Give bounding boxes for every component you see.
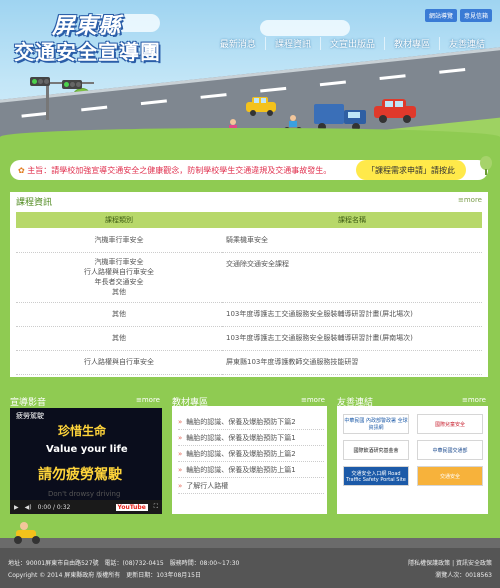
notice-bar: ✿ 主旨：請學校加強宣導交通安全之健康觀念，防制學校學生交通違規及交通事故發生。… (10, 160, 488, 180)
table-row[interactable]: 其他 103年度導護志工交通服務安全服裝輔導研習計畫(屏北場次) (16, 302, 482, 327)
youtube-logo[interactable]: YouTube (115, 503, 148, 511)
bullet-icon: » (178, 417, 183, 426)
table-row[interactable]: 汽機車行車安全 騎乘機車安全 (16, 228, 482, 253)
traffic-light-pole (46, 82, 49, 120)
materials-panel: 教材專區 ≡more » 輪胎的認識、保養及爆胎預防下篇2 » 輪胎的認識、保養及爆… (172, 392, 327, 514)
play-icon[interactable]: ▶ (14, 504, 19, 511)
volume-icon[interactable]: ◀) (25, 504, 32, 511)
link-logo-motc[interactable]: 中華民國交通部 (417, 440, 483, 460)
video-panel: 宣導影音 ≡more 疲勞駕駛 珍惜生命 Value your life 請勿疲… (10, 392, 162, 514)
video-caption: 請勿疲勞駕駛 (38, 467, 122, 483)
bullet-icon: » (178, 465, 183, 474)
footer-road-illustration (0, 522, 500, 548)
cloud-shape (260, 20, 350, 36)
video-title: 宣導影音 (10, 398, 47, 408)
feedback-link[interactable]: 意見信箱 (459, 9, 492, 22)
link-logo-child-safety[interactable]: 國際兒童安全 (417, 414, 483, 434)
red-car-icon (374, 99, 416, 123)
notice-message: 請學校加強宣導交通安全之健康觀念，防制學校學生交通違規及交通事故發生。 (51, 165, 332, 175)
bullet-icon: » (178, 433, 183, 442)
footer-policy-links[interactable]: 隱私權保護政策 | 資訊安全政策 (408, 558, 492, 567)
table-row[interactable]: 行人路權與自行車安全 屏東縣103年度導護教師交通服務技能研習 (16, 350, 482, 375)
courses-title: 課程資訊 (16, 198, 53, 208)
footer: 地址：90001屏東市自由路527號 電話：(08)732-0415 服務時間：… (0, 548, 500, 588)
course-category: 行人路權與自行車安全 (16, 350, 222, 375)
table-row[interactable]: 汽機車行車安全 行人路權與自行車安全 年長者交通安全 其他 交通除交通安全課程 (16, 252, 482, 303)
list-item[interactable]: » 了解行人路權 (178, 478, 324, 494)
links-more-link[interactable]: ≡more (462, 396, 486, 404)
materials-title: 教材專區 (172, 398, 209, 408)
course-category: 其他 (16, 326, 222, 351)
video-player[interactable]: 疲勞駕駛 珍惜生命 Value your life 請勿疲勞駕駛 Don't d… (10, 408, 162, 514)
gear-icon: ✿ (18, 165, 25, 175)
footer-copyright: Copyright © 2014 屏東縣政府 版權所有 更新日期：103年08月… (8, 572, 201, 579)
video-time: 0:00 / 0:32 (37, 503, 71, 511)
bullet-icon: » (178, 481, 183, 490)
nav-item-links[interactable]: 友善連結 (438, 37, 494, 50)
list-item[interactable]: » 輪胎的認識、保養及爆胎預防下篇2 (178, 414, 324, 430)
video-more-link[interactable]: ≡more (136, 396, 160, 404)
main-nav: 最新消息 課程資訊 文宣出版品 教材專區 友善連結 (211, 37, 494, 50)
footer-address: 地址：90001屏東市自由路527號 電話：(08)732-0415 服務時間：… (8, 560, 240, 567)
nav-item-materials[interactable]: 教材專區 (383, 37, 439, 50)
balloon-icon (480, 156, 492, 175)
materials-more-link[interactable]: ≡more (301, 396, 325, 404)
video-caption: 珍惜生命 (58, 424, 107, 438)
course-name-link[interactable]: 屏東縣103年度導護教師交通服務技能研習 (222, 350, 482, 375)
nav-item-news[interactable]: 最新消息 (211, 37, 265, 50)
link-logo-traffic-safety[interactable]: 交通安全 (417, 466, 483, 486)
courses-panel: 課程資訊 ≡more 課程類別 課程名稱 汽機車行車安全 騎乘機車安全 汽機車行… (10, 192, 488, 377)
bullet-icon: » (178, 449, 183, 458)
footer-visitor-count: 瀏覽人次：0018563 (435, 572, 492, 579)
site-logo-subtitle[interactable]: 交通安全宣導團 (14, 36, 161, 65)
notice-label: 主旨： (27, 165, 52, 175)
list-item[interactable]: » 輪胎的認識、保養及爆胎預防下篇1 (178, 430, 324, 446)
course-name-link[interactable]: 騎乘機車安全 (222, 228, 482, 253)
course-name-link[interactable]: 103年度導護志工交通服務安全服裝輔導研習計畫(屏南場次) (222, 326, 482, 351)
header-banner: 屏東縣 交通安全宣導團 網站導覽 意見信箱 最新消息 課程資訊 文宣出版品 教材… (0, 0, 500, 150)
link-logo-road-safety-portal[interactable]: 交通安全入口網 Road Traffic Safety Portal Site (343, 466, 409, 486)
course-name-link[interactable]: 交通除交通安全課程 (222, 252, 482, 303)
courses-table: 課程類別 課程名稱 汽機車行車安全 騎乘機車安全 汽機車行車安全 行人路權與自行… (16, 212, 482, 375)
video-player-title: 疲勞駕駛 (16, 412, 44, 420)
course-category: 汽機車行車安全 (16, 228, 222, 253)
grass-shape (0, 128, 500, 150)
nav-item-courses[interactable]: 課程資訊 (264, 37, 320, 50)
list-item[interactable]: » 輪胎的認識、保養及爆胎預防上篇2 (178, 446, 324, 462)
top-links: 網站導覽 意見信箱 (424, 9, 492, 22)
course-category: 汽機車行車安全 行人路權與自行車安全 年長者交通安全 其他 (16, 252, 222, 303)
video-caption: Don't drowsy driving (48, 490, 121, 498)
fullscreen-icon[interactable]: ⛶ (154, 503, 158, 511)
column-header-category: 課程類別 (16, 212, 222, 228)
list-item[interactable]: » 輪胎的認識、保養及爆胎預防上篇1 (178, 462, 324, 478)
nav-item-publications[interactable]: 文宣出版品 (319, 37, 384, 50)
links-panel: 友善連結 ≡more 中華民國 內政部警政署 全球資訊網 國際兒童安全 國際飲酒… (337, 392, 488, 514)
link-logo-police[interactable]: 中華民國 內政部警政署 全球資訊網 (343, 414, 409, 434)
table-row[interactable]: 其他 103年度導護志工交通服務安全服裝輔導研習計畫(屏南場次) (16, 326, 482, 351)
traffic-light-icon (30, 77, 50, 86)
traffic-light-icon (62, 80, 82, 89)
materials-list: » 輪胎的認識、保養及爆胎預防下篇2 » 輪胎的認識、保養及爆胎預防下篇1 » 輪胎的… (178, 414, 324, 494)
courses-more-link[interactable]: ≡more (458, 196, 482, 204)
course-request-button[interactable]: 「課程需求申請」請按此 (356, 160, 466, 180)
video-controls: ▶ ◀) 0:00 / 0:32 YouTube ⛶ (10, 500, 162, 514)
video-caption: Value your life (46, 444, 128, 455)
course-name-link[interactable]: 103年度導護志工交通服務安全服裝輔導研習計畫(屏北場次) (222, 302, 482, 327)
sitemap-link[interactable]: 網站導覽 (424, 9, 457, 22)
column-header-name: 課程名稱 (222, 212, 482, 228)
links-grid: 中華民國 內政部警政署 全球資訊網 國際兒童安全 國際飲酒研究基金會 中華民國交… (343, 414, 483, 486)
yellow-car-icon (246, 97, 276, 116)
links-title: 友善連結 (337, 398, 374, 408)
link-logo-alcohol-forum[interactable]: 國際飲酒研究基金會 (343, 440, 409, 460)
course-category: 其他 (16, 302, 222, 327)
